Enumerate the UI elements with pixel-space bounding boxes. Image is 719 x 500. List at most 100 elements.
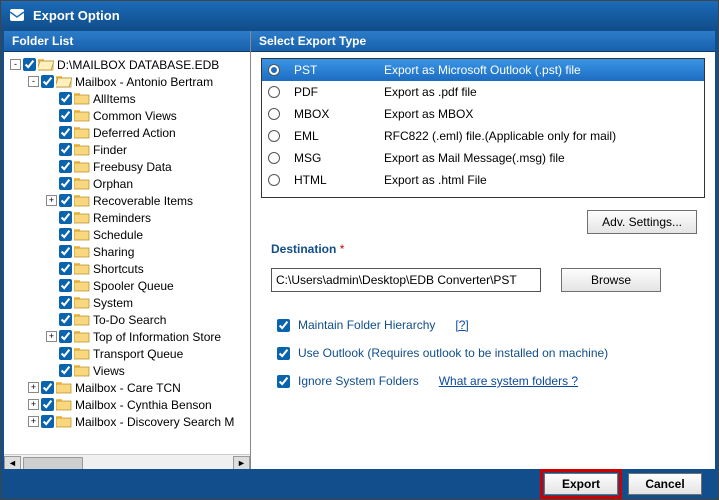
tree-label: Spooler Queue: [93, 279, 174, 293]
tree-toggle[interactable]: +: [28, 416, 39, 427]
tree-checkbox[interactable]: [41, 381, 54, 394]
tree-checkbox[interactable]: [59, 313, 72, 326]
export-button[interactable]: Export: [544, 473, 618, 495]
tree-checkbox[interactable]: [59, 262, 72, 275]
folder-closed-icon: [74, 279, 90, 292]
radio-icon[interactable]: [268, 108, 280, 120]
tree-row[interactable]: Finder: [6, 141, 248, 158]
export-format-row-html[interactable]: HTMLExport as .html File: [262, 169, 704, 191]
export-format-row-eml[interactable]: EMLRFC822 (.eml) file.(Applicable only f…: [262, 125, 704, 147]
tree-checkbox[interactable]: [59, 296, 72, 309]
adv-settings-button[interactable]: Adv. Settings...: [587, 210, 697, 234]
tree-label: Reminders: [93, 211, 151, 225]
tree-checkbox[interactable]: [41, 75, 54, 88]
tree-row[interactable]: +Mailbox - Care TCN: [6, 379, 248, 396]
folder-closed-icon: [74, 228, 90, 241]
tree-row[interactable]: AllItems: [6, 90, 248, 107]
tree-row[interactable]: Reminders: [6, 209, 248, 226]
tree-label: Deferred Action: [93, 126, 176, 140]
tree-row[interactable]: +Top of Information Store: [6, 328, 248, 345]
folder-tree[interactable]: - D:\MAILBOX DATABASE.EDB-Mailbox - Anton…: [4, 52, 250, 454]
maintain-hierarchy-checkbox[interactable]: [277, 319, 290, 332]
tree-row[interactable]: Deferred Action: [6, 124, 248, 141]
tree-toggle[interactable]: +: [28, 399, 39, 410]
tree-checkbox[interactable]: [59, 347, 72, 360]
tree-toggle[interactable]: -: [10, 59, 21, 70]
bottom-bar: Export Cancel: [1, 469, 718, 499]
tree-label: D:\MAILBOX DATABASE.EDB: [57, 58, 219, 72]
tree-label: Mailbox - Discovery Search M: [75, 415, 234, 429]
tree-checkbox[interactable]: [59, 211, 72, 224]
folder-closed-icon: [74, 313, 90, 326]
folder-open-icon: [56, 75, 72, 88]
tree-checkbox[interactable]: [59, 228, 72, 241]
tree-checkbox[interactable]: [59, 279, 72, 292]
export-format-row-mbox[interactable]: MBOXExport as MBOX: [262, 103, 704, 125]
tree-checkbox[interactable]: [59, 194, 72, 207]
tree-row[interactable]: Transport Queue: [6, 345, 248, 362]
folder-list-header: Folder List: [4, 31, 250, 52]
folder-closed-icon: [74, 364, 90, 377]
window-title: Export Option: [33, 8, 120, 23]
tree-row[interactable]: System: [6, 294, 248, 311]
tree-row[interactable]: Spooler Queue: [6, 277, 248, 294]
cancel-button[interactable]: Cancel: [628, 473, 702, 495]
tree-row[interactable]: - D:\MAILBOX DATABASE.EDB: [6, 56, 248, 73]
tree-row[interactable]: -Mailbox - Antonio Bertram: [6, 73, 248, 90]
folder-closed-icon: [74, 126, 90, 139]
tree-toggle[interactable]: +: [28, 382, 39, 393]
tree-checkbox[interactable]: [59, 330, 72, 343]
export-format-row-pdf[interactable]: PDFExport as .pdf file: [262, 81, 704, 103]
export-format-row-msg[interactable]: MSGExport as Mail Message(.msg) file: [262, 147, 704, 169]
tree-checkbox[interactable]: [59, 92, 72, 105]
folder-closed-icon: [74, 143, 90, 156]
radio-icon[interactable]: [268, 130, 280, 142]
tree-row[interactable]: Shortcuts: [6, 260, 248, 277]
tree-row[interactable]: +Recoverable Items: [6, 192, 248, 209]
tree-toggle[interactable]: -: [28, 76, 39, 87]
destination-input[interactable]: [271, 268, 541, 292]
tree-row[interactable]: Freebusy Data: [6, 158, 248, 175]
use-outlook-label: Use Outlook (Requires outlook to be inst…: [298, 346, 608, 360]
tree-row[interactable]: Common Views: [6, 107, 248, 124]
tree-row[interactable]: + Mailbox - Discovery Search M: [6, 413, 248, 430]
tree-checkbox[interactable]: [59, 245, 72, 258]
tree-checkbox[interactable]: [59, 364, 72, 377]
radio-icon[interactable]: [268, 86, 280, 98]
folder-closed-icon: [74, 211, 90, 224]
tree-row[interactable]: Sharing: [6, 243, 248, 260]
tree-label: Schedule: [93, 228, 143, 242]
tree-checkbox[interactable]: [59, 109, 72, 122]
tree-toggle[interactable]: +: [46, 331, 57, 342]
tree-toggle[interactable]: +: [46, 195, 57, 206]
radio-icon[interactable]: [268, 174, 280, 186]
folder-closed-icon: [56, 415, 72, 428]
format-code: PST: [294, 63, 384, 77]
tree-checkbox[interactable]: [59, 126, 72, 139]
tree-checkbox[interactable]: [41, 398, 54, 411]
tree-row[interactable]: Views: [6, 362, 248, 379]
tree-checkbox[interactable]: [59, 143, 72, 156]
export-type-header: Select Export Type: [251, 31, 715, 52]
system-folders-help-link[interactable]: What are system folders ?: [439, 374, 578, 388]
tree-checkbox[interactable]: [41, 415, 54, 428]
tree-row[interactable]: Schedule: [6, 226, 248, 243]
use-outlook-checkbox[interactable]: [277, 347, 290, 360]
tree-checkbox[interactable]: [59, 160, 72, 173]
tree-row[interactable]: To-Do Search: [6, 311, 248, 328]
tree-label: Transport Queue: [93, 347, 183, 361]
radio-icon[interactable]: [268, 152, 280, 164]
tree-row[interactable]: Orphan: [6, 175, 248, 192]
browse-button[interactable]: Browse: [561, 268, 661, 292]
maintain-hierarchy-help[interactable]: [?]: [455, 318, 468, 332]
scroll-thumb[interactable]: [23, 457, 83, 470]
tree-row[interactable]: +Mailbox - Cynthia Benson: [6, 396, 248, 413]
tree-checkbox[interactable]: [23, 58, 36, 71]
ignore-system-folders-checkbox[interactable]: [277, 375, 290, 388]
folder-closed-icon: [74, 347, 90, 360]
required-asterisk: *: [340, 242, 345, 256]
export-format-row-pst[interactable]: PSTExport as Microsoft Outlook (.pst) fi…: [262, 59, 704, 81]
radio-icon[interactable]: [268, 64, 280, 76]
tree-label: Shortcuts: [93, 262, 144, 276]
tree-checkbox[interactable]: [59, 177, 72, 190]
